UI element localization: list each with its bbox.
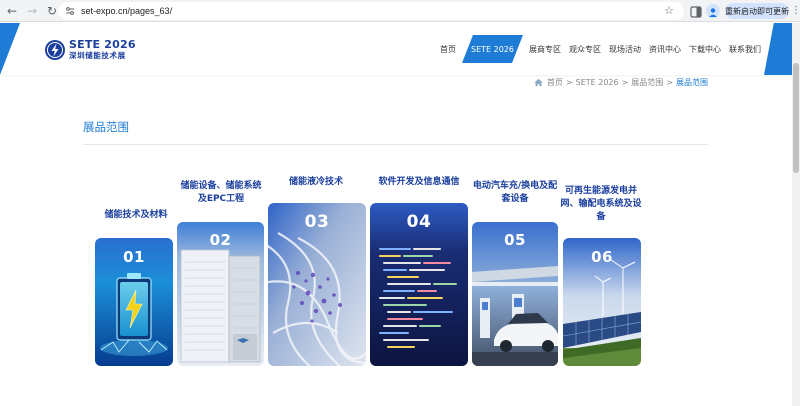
- page-scrollbar[interactable]: [792, 23, 800, 406]
- breadcrumb-exhibit-scope[interactable]: 展品范围: [631, 77, 663, 88]
- logo-mark-icon: [45, 40, 65, 60]
- breadcrumb-home[interactable]: 首页: [547, 77, 563, 88]
- card-number-04: 04: [406, 212, 432, 232]
- product-card-01[interactable]: 01: [95, 238, 173, 366]
- nav-item-contact[interactable]: 联系我们: [725, 37, 765, 61]
- card-number-05: 05: [504, 231, 526, 249]
- breadcrumb-separator: >: [565, 78, 573, 87]
- home-icon: [534, 78, 543, 87]
- breadcrumb-current: 展品范围: [676, 78, 708, 87]
- site-info-icon[interactable]: [63, 4, 77, 18]
- site-header: SETE 2026 深圳储能技术展 首页 SETE 2026 展商专区 观众专区…: [0, 23, 792, 75]
- logo-subtitle: 深圳储能技术展: [69, 51, 126, 60]
- card-number-02: 02: [209, 231, 232, 249]
- page-content: SETE 2026 深圳储能技术展 首页 SETE 2026 展商专区 观众专区…: [0, 23, 792, 406]
- card-number-06: 06: [591, 248, 613, 266]
- card-label-03[interactable]: 储能液冷技术: [268, 176, 364, 189]
- menu-icon[interactable]: ⋮: [791, 4, 800, 18]
- breadcrumb: 首页 > SETE 2026 > 展品范围 > 展品范围: [534, 77, 708, 88]
- card-label-02[interactable]: 储能设备、储能系统及EPC工程: [177, 180, 265, 206]
- nav-item-sete-2026[interactable]: SETE 2026: [462, 35, 523, 63]
- nav-item-news[interactable]: 资讯中心: [645, 37, 685, 61]
- breadcrumb-sete-2026[interactable]: SETE 2026: [576, 78, 619, 87]
- profile-icon[interactable]: [706, 4, 720, 18]
- page-title: 展品范围: [83, 120, 129, 134]
- forward-arrow-icon[interactable]: →: [24, 3, 40, 19]
- update-button[interactable]: 重新启动即可更新: [725, 3, 789, 19]
- product-card-05[interactable]: 05: [472, 222, 558, 366]
- header-right-decoration: [764, 23, 792, 75]
- address-bar[interactable]: set-expo.cn/pages_63/ ☆: [58, 2, 684, 20]
- card-label-04[interactable]: 软件开发及信息通信: [370, 176, 468, 189]
- main-nav: 首页 SETE 2026 展商专区 观众专区 现场活动 资讯中心 下载中心 联系…: [436, 35, 765, 63]
- back-arrow-icon[interactable]: ←: [4, 3, 20, 19]
- browser-toolbar: ← → ↻ set-expo.cn/pages_63/ ☆ 重新启动即可更新 ⋮: [0, 0, 800, 22]
- side-panel-icon[interactable]: [689, 4, 703, 18]
- site-logo[interactable]: SETE 2026 深圳储能技术展: [44, 37, 136, 63]
- breadcrumb-separator: >: [621, 78, 629, 87]
- nav-item-home[interactable]: 首页: [436, 37, 460, 61]
- logo-title: SETE 2026: [69, 38, 136, 51]
- bookmark-star-icon[interactable]: ☆: [664, 4, 674, 17]
- nav-item-events[interactable]: 现场活动: [605, 37, 645, 61]
- card-number-03: 03: [304, 212, 330, 232]
- card-label-06[interactable]: 可再生能源发电并网、输配电系统及设备: [560, 185, 642, 224]
- card-label-05[interactable]: 电动汽车充/换电及配套设备: [472, 180, 558, 206]
- breadcrumb-separator: >: [666, 78, 673, 87]
- nav-item-exhibitors[interactable]: 展商专区: [525, 37, 565, 61]
- header-left-decoration: [0, 23, 20, 75]
- nav-item-downloads[interactable]: 下载中心: [685, 37, 725, 61]
- divider: [83, 144, 708, 145]
- product-card-03[interactable]: 03: [268, 203, 366, 366]
- product-card-04[interactable]: 04: [370, 203, 468, 366]
- card-number-01: 01: [123, 248, 145, 266]
- product-card-02[interactable]: 02: [177, 222, 264, 366]
- card-label-01[interactable]: 储能技术及材料: [96, 209, 176, 222]
- scrollbar-thumb[interactable]: [793, 63, 799, 173]
- product-card-06[interactable]: 06: [563, 238, 641, 366]
- url-text[interactable]: set-expo.cn/pages_63/: [81, 6, 172, 16]
- nav-item-visitors[interactable]: 观众专区: [565, 37, 605, 61]
